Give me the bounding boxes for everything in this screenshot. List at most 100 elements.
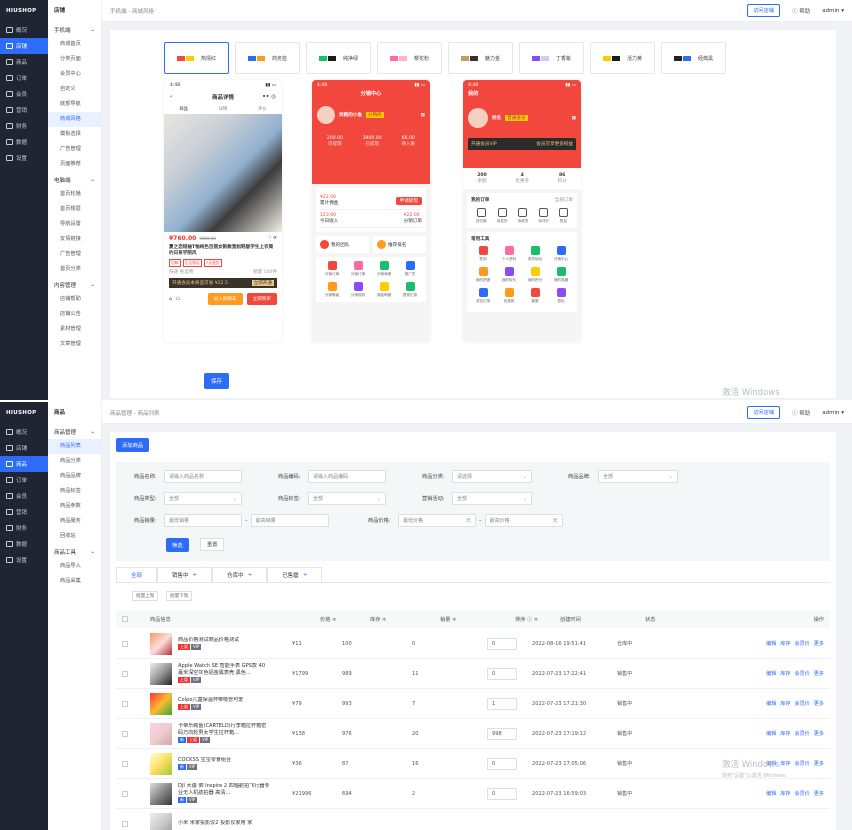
- help-link[interactable]: ⓘ 帮助: [792, 7, 810, 15]
- sub-item[interactable]: 友情链接: [48, 232, 101, 247]
- sort-input[interactable]: 0: [487, 667, 517, 680]
- product-name[interactable]: 商品价格测试商品价格测试: [178, 637, 270, 644]
- row-op-link[interactable]: 库存: [780, 700, 790, 707]
- tool-item[interactable]: 优惠券: [497, 288, 521, 304]
- all-orders-link[interactable]: 全部订单: [555, 197, 573, 203]
- sub-item[interactable]: 文章管理: [48, 337, 101, 352]
- theme-option[interactable]: 热情红: [164, 42, 229, 74]
- row-op-link[interactable]: 会员价: [795, 640, 810, 647]
- sub-item[interactable]: 首页楼层: [48, 202, 101, 217]
- status-tab[interactable]: 已售罄 +: [267, 567, 323, 582]
- row-op-link[interactable]: 更多: [814, 670, 824, 677]
- row-checkbox[interactable]: [122, 700, 128, 707]
- sub-item[interactable]: 底部导航: [48, 97, 101, 112]
- visit-store-button[interactable]: 访问店铺: [747, 406, 780, 419]
- row-op-link[interactable]: 会员价: [795, 670, 810, 677]
- tool-item[interactable]: 我的砍价: [497, 267, 521, 283]
- sub-item[interactable]: 商品服务: [48, 514, 101, 529]
- row-op-link[interactable]: 更多: [814, 760, 824, 767]
- tool-item[interactable]: 我的拼团: [471, 267, 495, 283]
- withdraw-button[interactable]: 申请提现: [395, 196, 422, 205]
- name-input[interactable]: 请输入商品名称: [164, 470, 242, 483]
- sidebar-item[interactable]: 概况: [0, 22, 48, 38]
- row-checkbox[interactable]: [122, 790, 128, 797]
- menu-item[interactable]: 分销规则: [346, 282, 370, 298]
- product-name[interactable]: COCKSS 宝宝零食组合: [178, 757, 270, 764]
- category-select[interactable]: 请选择: [452, 470, 532, 483]
- sub-item[interactable]: 广告管理: [48, 142, 101, 157]
- sub-item[interactable]: 自定义: [48, 82, 101, 97]
- theme-option[interactable]: 樱花粉: [377, 42, 442, 74]
- sidebar-item[interactable]: 订单: [0, 70, 48, 86]
- sidebar-item[interactable]: 会员: [0, 488, 48, 504]
- sub-item[interactable]: 商品品牌: [48, 469, 101, 484]
- sub-item[interactable]: 广告管理: [48, 247, 101, 262]
- row-checkbox[interactable]: [122, 820, 128, 827]
- product-name[interactable]: DJI 大疆 御 Inspire 2 四轴航拍飞行器专业无人机航拍器 高清...: [178, 783, 270, 797]
- sidebar-item[interactable]: 设置: [0, 552, 48, 568]
- sub-item[interactable]: 商品标签: [48, 484, 101, 499]
- row-op-link[interactable]: 编辑: [766, 640, 776, 647]
- row-op-link[interactable]: 库存: [780, 790, 790, 797]
- row-op-link[interactable]: 会员价: [795, 730, 810, 737]
- user-menu[interactable]: admin ▾: [822, 410, 844, 416]
- order-item[interactable]: 待评价: [538, 208, 549, 224]
- sort-input[interactable]: 0: [487, 757, 517, 770]
- sub-item[interactable]: 商品导入: [48, 559, 101, 574]
- sales-max-input[interactable]: 最高销量: [250, 514, 329, 527]
- help-link[interactable]: ⓘ 帮助: [792, 409, 810, 417]
- row-checkbox[interactable]: [122, 670, 128, 677]
- sidebar-item[interactable]: 订单: [0, 472, 48, 488]
- stat-item[interactable]: 200 余额: [477, 173, 487, 184]
- sub-group[interactable]: 内容管理 ⌄: [48, 277, 101, 292]
- tool-item[interactable]: 分销中心: [549, 246, 573, 262]
- tool-item[interactable]: 我的收藏: [549, 267, 573, 283]
- row-op-link[interactable]: 更多: [814, 730, 824, 737]
- sub-item[interactable]: 商品参数: [48, 499, 101, 514]
- sidebar-item[interactable]: 会员: [0, 86, 48, 102]
- sidebar-item[interactable]: 商品: [0, 54, 48, 70]
- row-op-link[interactable]: 编辑: [766, 700, 776, 707]
- detail-tab[interactable]: 详情: [219, 106, 228, 112]
- qrcode-icon[interactable]: ▦: [572, 116, 576, 121]
- add-cart-button[interactable]: 加入购物车: [207, 293, 243, 305]
- sort-input[interactable]: 1: [487, 697, 517, 710]
- sub-item[interactable]: 首页轮播: [48, 187, 101, 202]
- vip-button[interactable]: 会员可享更多权益: [536, 141, 573, 147]
- tool-item[interactable]: 个人资料: [497, 246, 521, 262]
- status-tab[interactable]: 仓库中 +: [212, 567, 268, 582]
- price-min-input[interactable]: 最低价格 元: [398, 514, 476, 527]
- status-tab[interactable]: 销售中 +: [157, 567, 213, 582]
- sub-group[interactable]: 电脑端 ⌄: [48, 172, 101, 187]
- sidebar-item[interactable]: 营销: [0, 102, 48, 118]
- order-item[interactable]: 待发货: [497, 208, 508, 224]
- detail-tab[interactable]: 评价: [258, 106, 267, 112]
- batch-on-button[interactable]: 批量上架: [132, 591, 159, 601]
- row-op-link[interactable]: 编辑: [766, 670, 776, 677]
- row-op-link[interactable]: 编辑: [766, 730, 776, 737]
- row-op-link[interactable]: 会员价: [795, 790, 810, 797]
- reset-button[interactable]: 重置: [200, 538, 225, 551]
- rank-label[interactable]: 推荐排名: [388, 242, 406, 248]
- sort-input[interactable]: 0: [487, 637, 517, 650]
- order-item[interactable]: 售后: [558, 208, 568, 224]
- sidebar-item[interactable]: 概况: [0, 424, 48, 440]
- stat-item[interactable]: 4 优惠券: [515, 173, 529, 184]
- sub-item[interactable]: 商品分类: [48, 454, 101, 469]
- menu-item[interactable]: 分销海报: [372, 261, 396, 277]
- sidebar-item[interactable]: 设置: [0, 150, 48, 166]
- status-tab[interactable]: 全部: [116, 567, 158, 582]
- sub-item[interactable]: 商品采集: [48, 574, 101, 589]
- visit-store-button[interactable]: 访问店铺: [747, 4, 780, 17]
- product-name[interactable]: Colpo儿童保温杯带吸管可爱: [178, 697, 270, 704]
- sub-item[interactable]: 店铺公告: [48, 307, 101, 322]
- type-select[interactable]: 全部: [164, 492, 242, 505]
- theme-option[interactable]: 纯净绿: [306, 42, 371, 74]
- price-max-input[interactable]: 最高价格 元: [484, 514, 563, 527]
- sidebar-item[interactable]: 店铺: [0, 440, 48, 456]
- menu-item[interactable]: 佣金明细: [372, 282, 396, 298]
- sidebar-item[interactable]: 营销: [0, 504, 48, 520]
- sidebar-item[interactable]: 数据: [0, 536, 48, 552]
- row-op-link[interactable]: 编辑: [766, 790, 776, 797]
- sidebar-item[interactable]: 数据: [0, 134, 48, 150]
